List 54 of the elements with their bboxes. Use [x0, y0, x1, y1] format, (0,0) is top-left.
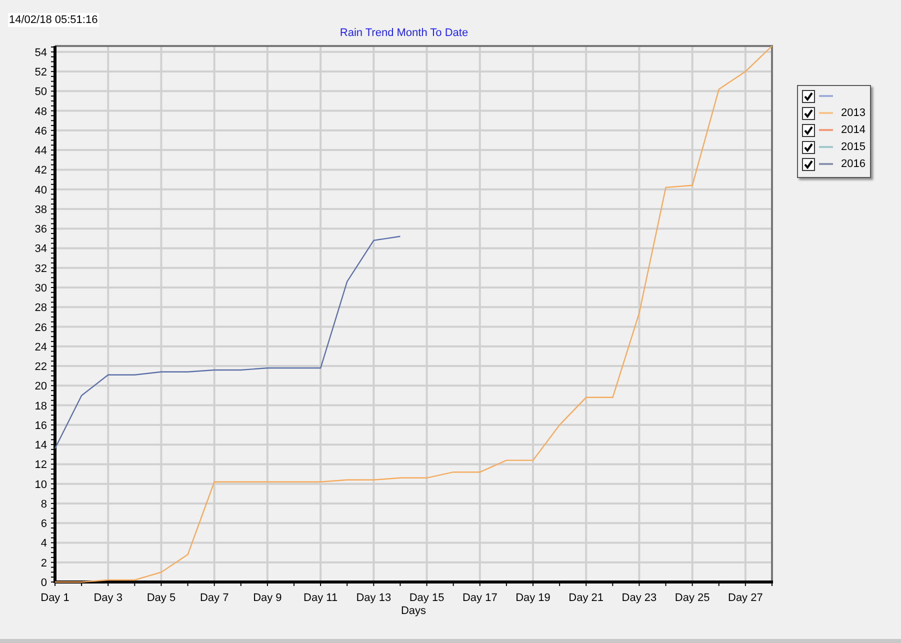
- y-tick-label: 24: [34, 341, 47, 354]
- y-tick-label: 46: [34, 125, 47, 138]
- y-tick-label: 6: [40, 518, 47, 530]
- chart-title: Rain Trend Month To Date: [340, 27, 468, 40]
- y-tick-label: 48: [34, 106, 47, 118]
- y-tick-label: 54: [34, 46, 47, 59]
- y-tick-label: 26: [34, 322, 47, 334]
- y-tick-label: 36: [34, 224, 47, 236]
- y-tick-label: 16: [34, 420, 47, 432]
- legend-label: 2016: [841, 158, 866, 170]
- x-tick-label: Day 9: [253, 592, 282, 604]
- x-tick-label: Day 25: [674, 592, 710, 604]
- legend-label: 2013: [841, 106, 866, 120]
- x-tick-label: Day 7: [200, 592, 229, 604]
- y-tick-label: 0: [40, 577, 47, 589]
- y-tick-label: 2: [40, 557, 47, 570]
- timestamp: 14/02/18 05:51:16: [8, 13, 99, 27]
- checkbox[interactable]: [802, 140, 815, 154]
- y-tick-label: 8: [40, 498, 47, 510]
- y-tick-label: 44: [34, 145, 47, 158]
- x-tick-label: Day 13: [356, 592, 392, 604]
- y-tick-label: 20: [34, 380, 47, 393]
- x-tick-label: Day 21: [568, 592, 604, 604]
- checkbox[interactable]: [802, 158, 815, 170]
- x-tick-label: Day 27: [728, 592, 763, 604]
- x-tick-label: Day 19: [516, 592, 550, 604]
- y-tick-label: 50: [34, 86, 47, 98]
- y-tick-label: 22: [34, 361, 47, 374]
- y-tick-label: 40: [34, 184, 47, 196]
- x-tick-label: Day 3: [94, 592, 122, 604]
- checkbox[interactable]: [802, 124, 815, 136]
- y-tick-label: 4: [40, 538, 47, 550]
- x-tick-label: Day 23: [622, 592, 657, 604]
- x-tick-label: Day 15: [409, 592, 444, 604]
- x-tick-label: Day 5: [146, 592, 176, 604]
- checkbox[interactable]: [802, 90, 815, 102]
- y-tick-label: 52: [34, 66, 47, 79]
- y-tick-label: 30: [34, 282, 47, 294]
- y-tick-label: 18: [34, 400, 47, 412]
- x-tick-label: Day 11: [304, 592, 338, 604]
- checkbox[interactable]: [802, 106, 815, 120]
- y-tick-label: 12: [34, 459, 47, 472]
- y-tick-label: 10: [34, 478, 47, 491]
- y-tick-label: 28: [34, 302, 47, 314]
- y-tick-label: 14: [34, 440, 47, 452]
- y-tick-label: 34: [34, 243, 47, 256]
- y-tick-label: 32: [34, 262, 47, 275]
- y-tick-label: 38: [34, 204, 47, 216]
- x-tick-label: Day 1: [40, 592, 70, 604]
- x-tick-label: Day 17: [462, 592, 498, 604]
- x-axis-label: Days: [400, 605, 426, 617]
- legend-label: 2015: [841, 140, 866, 154]
- legend-label: 2014: [841, 124, 866, 136]
- y-tick-label: 42: [34, 164, 47, 177]
